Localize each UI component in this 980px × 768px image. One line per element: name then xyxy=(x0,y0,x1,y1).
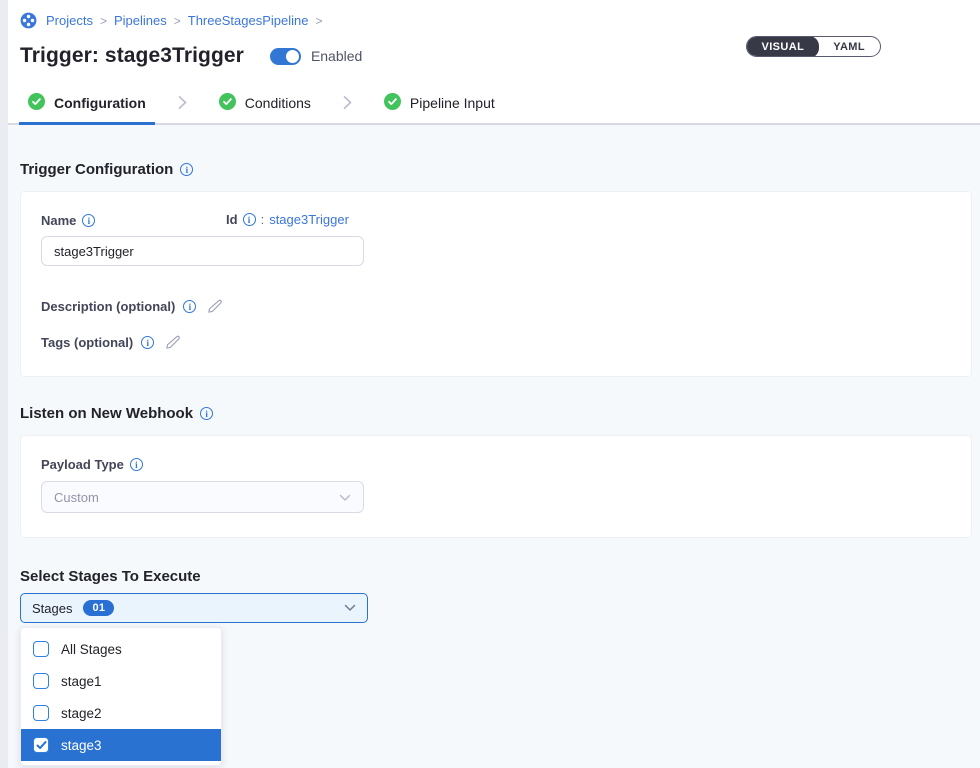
name-label-group: Name xyxy=(41,213,95,228)
tab-label: Conditions xyxy=(245,95,311,111)
projects-icon xyxy=(20,12,37,29)
breadcrumb-separator: > xyxy=(315,14,322,28)
enabled-label: Enabled xyxy=(311,48,362,64)
main: Projects > Pipelines > ThreeStagesPipeli… xyxy=(8,0,980,768)
checkbox[interactable] xyxy=(33,641,49,657)
menu-item-label: stage2 xyxy=(61,706,102,721)
payload-type-label: Payload Type xyxy=(41,457,124,472)
breadcrumb-separator: > xyxy=(174,14,181,28)
menu-item-stage2[interactable]: stage2 xyxy=(21,697,221,729)
checkbox-checked[interactable] xyxy=(33,737,49,753)
menu-item-label: stage1 xyxy=(61,674,102,689)
trigger-configuration-heading: Trigger Configuration xyxy=(20,125,972,178)
page-title: Trigger: stage3Trigger xyxy=(20,44,244,68)
tags-row: Tags (optional) xyxy=(41,335,951,356)
stages-select-label: Stages xyxy=(32,601,72,616)
menu-item-label: All Stages xyxy=(61,642,122,657)
payload-type-value: Custom xyxy=(54,490,99,505)
left-rail xyxy=(0,0,8,768)
webhook-heading: Listen on New Webhook xyxy=(20,405,972,422)
id-label: Id xyxy=(226,212,238,227)
menu-item-stage1[interactable]: stage1 xyxy=(21,665,221,697)
menu-item-stage3[interactable]: stage3 xyxy=(21,729,221,761)
pencil-icon[interactable] xyxy=(207,299,222,314)
id-row: Id : stage3Trigger xyxy=(226,212,349,227)
breadcrumb-pipelines[interactable]: Pipelines xyxy=(114,13,167,28)
wizard-tabs: Configuration Conditions Pipeline Input xyxy=(8,82,980,125)
checkbox[interactable] xyxy=(33,673,49,689)
tab-label: Configuration xyxy=(54,95,146,111)
info-icon[interactable] xyxy=(243,213,256,226)
stages-multiselect[interactable]: Stages 01 xyxy=(20,593,368,623)
check-circle-icon xyxy=(219,93,236,113)
yaml-tab[interactable]: YAML xyxy=(818,36,880,57)
breadcrumb-separator: > xyxy=(100,14,107,28)
name-label: Name xyxy=(41,213,76,228)
breadcrumb-projects[interactable]: Projects xyxy=(46,13,93,28)
info-icon[interactable] xyxy=(183,300,196,313)
stages-dropdown-menu: All Stages stage1 stage2 stage3 xyxy=(20,627,222,766)
menu-item-label: stage3 xyxy=(61,738,102,753)
checkbox[interactable] xyxy=(33,705,49,721)
chevron-down-icon xyxy=(344,604,356,612)
info-icon[interactable] xyxy=(141,336,154,349)
description-row: Description (optional) xyxy=(41,299,951,314)
enabled-toggle[interactable] xyxy=(270,48,301,65)
breadcrumb-pipeline-name[interactable]: ThreeStagesPipeline xyxy=(188,13,309,28)
id-colon: : xyxy=(261,212,265,227)
info-icon[interactable] xyxy=(200,407,213,420)
info-icon[interactable] xyxy=(130,458,143,471)
payload-type-select[interactable]: Custom xyxy=(41,481,364,513)
webhook-card: Payload Type Custom xyxy=(20,435,972,538)
menu-item-all-stages[interactable]: All Stages xyxy=(21,633,221,665)
id-value-link[interactable]: stage3Trigger xyxy=(269,212,349,227)
select-stages-heading: Select Stages To Execute xyxy=(20,568,972,585)
tab-configuration[interactable]: Configuration xyxy=(19,82,155,123)
heading-text: Trigger Configuration xyxy=(20,161,173,178)
check-circle-icon xyxy=(384,93,401,113)
tab-conditions[interactable]: Conditions xyxy=(210,82,320,123)
check-circle-icon xyxy=(28,93,45,113)
heading-text: Listen on New Webhook xyxy=(20,405,193,422)
tab-label: Pipeline Input xyxy=(410,95,495,111)
visual-tab[interactable]: VISUAL xyxy=(746,36,819,57)
page: Projects > Pipelines > ThreeStagesPipeli… xyxy=(0,0,980,768)
info-icon[interactable] xyxy=(180,163,193,176)
page-header: Projects > Pipelines > ThreeStagesPipeli… xyxy=(8,0,980,82)
content: Trigger Configuration Name Id : stage3Tr… xyxy=(8,125,980,768)
info-icon[interactable] xyxy=(82,214,95,227)
heading-text: Select Stages To Execute xyxy=(20,568,201,585)
chevron-down-icon xyxy=(339,490,351,505)
tab-pipeline-input[interactable]: Pipeline Input xyxy=(375,82,504,123)
stages-count-badge: 01 xyxy=(83,600,114,616)
name-input[interactable] xyxy=(41,236,364,266)
chevron-right-icon xyxy=(343,95,352,110)
name-id-row: Name Id : stage3Trigger xyxy=(41,212,951,229)
tags-label: Tags (optional) xyxy=(41,335,133,350)
trigger-configuration-card: Name Id : stage3Trigger Description (opt… xyxy=(20,191,972,377)
chevron-right-icon xyxy=(178,95,187,110)
payload-type-label-group: Payload Type xyxy=(41,457,143,472)
description-label: Description (optional) xyxy=(41,299,175,314)
breadcrumb: Projects > Pipelines > ThreeStagesPipeli… xyxy=(20,12,960,29)
visual-yaml-toggle: VISUAL YAML xyxy=(746,36,881,57)
pencil-icon[interactable] xyxy=(165,335,180,350)
